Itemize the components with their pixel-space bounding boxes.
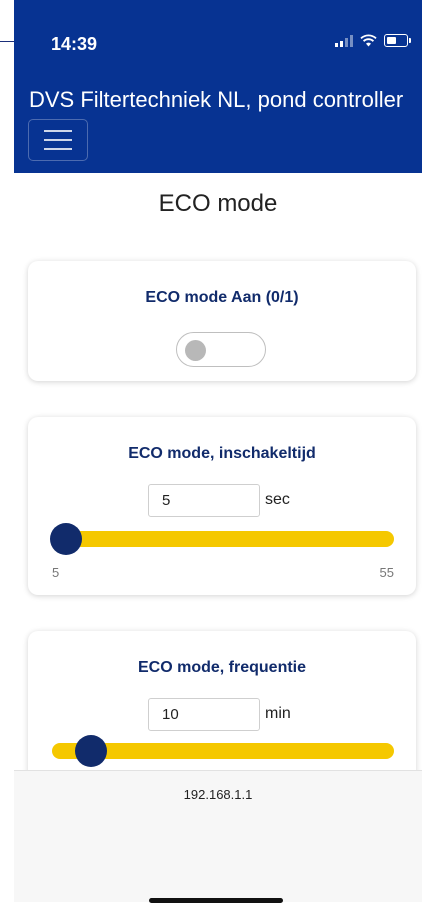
status-icons bbox=[335, 34, 411, 47]
slider-min-label: 5 bbox=[52, 565, 60, 580]
slider-max-label: 55 bbox=[379, 565, 394, 580]
eco-mode-toggle-card: ECO mode Aan (0/1) bbox=[28, 261, 416, 381]
slider-track[interactable] bbox=[52, 531, 394, 547]
toggle-knob bbox=[185, 340, 206, 361]
frequency-input[interactable] bbox=[148, 698, 260, 731]
url-label[interactable]: 192.168.1.1 bbox=[14, 787, 422, 802]
unit-label: min bbox=[265, 705, 291, 722]
app-title: DVS Filtertechniek NL, pond controller bbox=[29, 87, 404, 112]
slider-thumb[interactable] bbox=[50, 523, 82, 555]
wifi-icon bbox=[360, 34, 377, 47]
unit-label: sec bbox=[265, 491, 290, 508]
hamburger-icon bbox=[44, 148, 72, 150]
card-title: ECO mode, frequentie bbox=[137, 659, 307, 676]
eco-on-time-card: ECO mode, inschakeltijd sec 5 55 bbox=[28, 417, 416, 595]
eco-mode-toggle[interactable] bbox=[176, 332, 266, 367]
page-title: ECO mode bbox=[158, 190, 278, 217]
slider-thumb[interactable] bbox=[75, 735, 107, 767]
card-title: ECO mode Aan (0/1) bbox=[145, 289, 299, 306]
card-title: ECO mode, inschakeltijd bbox=[128, 445, 316, 462]
app-header: 14:39 DVS Filtertechniek NL, pond contro… bbox=[14, 0, 422, 173]
menu-button[interactable] bbox=[28, 119, 88, 161]
browser-address-bar: 192.168.1.1 bbox=[14, 770, 422, 903]
on-time-input[interactable] bbox=[148, 484, 260, 517]
battery-icon bbox=[384, 34, 411, 47]
hamburger-icon bbox=[44, 139, 72, 141]
hamburger-icon bbox=[44, 130, 72, 132]
signal-icon bbox=[335, 34, 353, 47]
status-time: 14:39 bbox=[51, 34, 98, 54]
